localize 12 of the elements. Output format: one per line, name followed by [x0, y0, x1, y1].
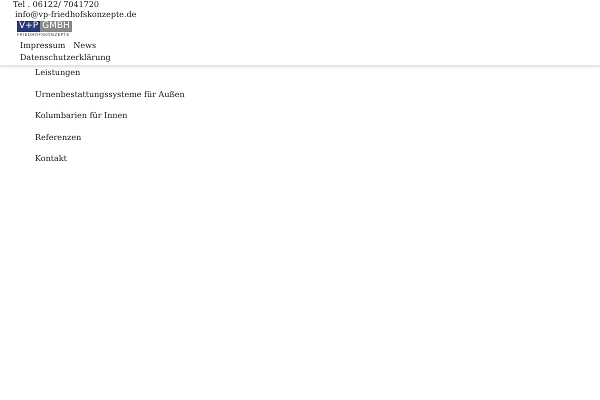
nav-link[interactable]: Kontakt: [35, 153, 67, 164]
nav-link[interactable]: Urnenbestattungssysteme für Außen: [35, 88, 185, 100]
logo-suffix: GMBH: [40, 21, 72, 32]
header-link[interactable]: Impressum: [20, 40, 66, 51]
nav-link[interactable]: News: [73, 40, 96, 51]
nav-link[interactable]: Kolumbarien für Innen: [35, 110, 128, 121]
email-link[interactable]: info@vp-friedhofskonzepte.de: [15, 10, 136, 20]
phone-number: Tel . 06122/ 7041720: [12, 0, 99, 10]
nav-link[interactable]: Leistungen: [35, 67, 80, 78]
header-link[interactable]: Datenschutzerklärung: [20, 52, 111, 63]
logo-mark: V+P: [17, 21, 40, 32]
nav-link[interactable]: Referenzen: [35, 132, 82, 142]
